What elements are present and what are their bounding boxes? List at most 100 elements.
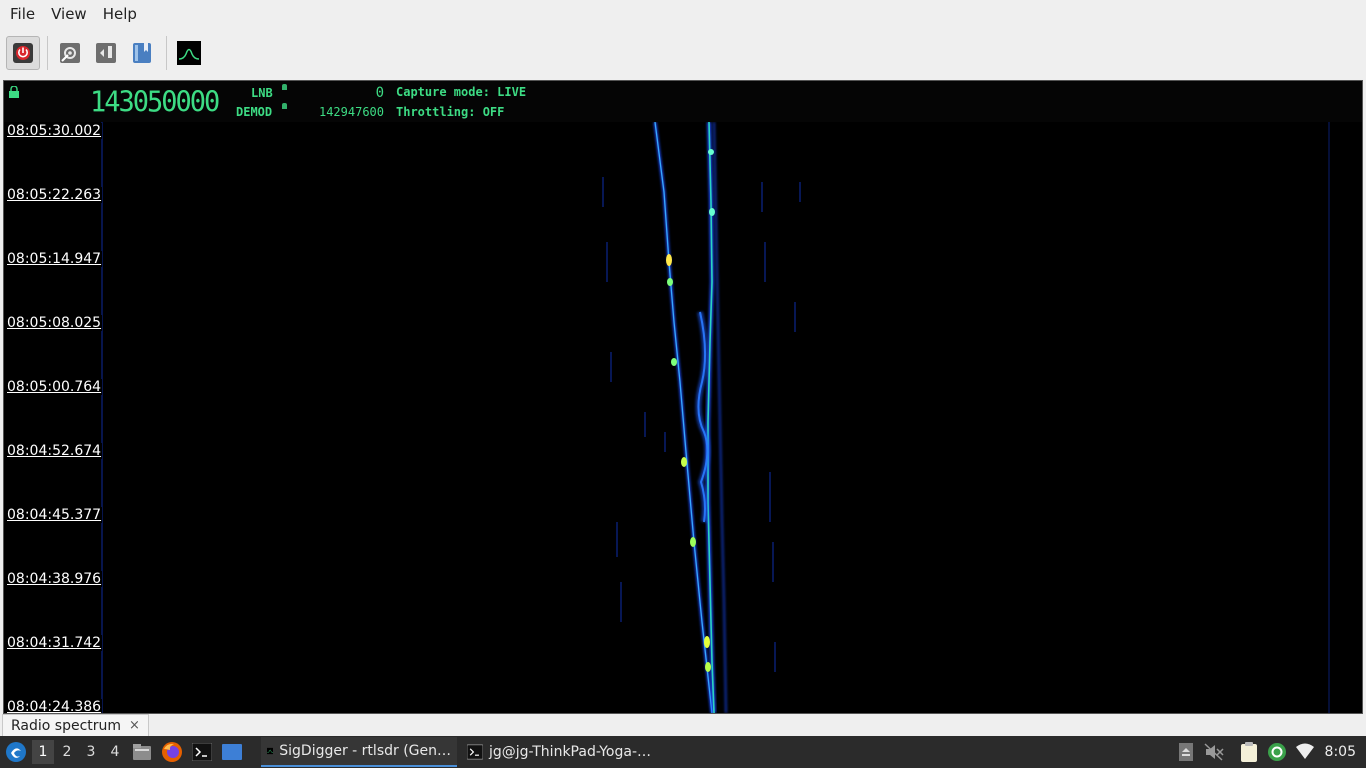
noise-streak	[602, 177, 604, 207]
signal-peak	[709, 208, 715, 216]
noise-streak	[769, 472, 771, 522]
clock[interactable]: 8:05	[1325, 744, 1356, 760]
lnb-frequency[interactable]: 0	[304, 85, 384, 101]
task-label: SigDigger - rtlsdr (Gen…	[279, 743, 451, 759]
spectrum-icon	[267, 747, 274, 755]
tab-close-icon[interactable]: ×	[129, 718, 140, 733]
sync-status-button[interactable]	[1266, 741, 1288, 763]
demod-lock-icon[interactable]	[282, 103, 287, 109]
toolbar	[0, 29, 1366, 77]
workspace-2[interactable]: 2	[56, 740, 78, 764]
edge-line	[1328, 122, 1330, 713]
noise-streak	[616, 522, 618, 557]
terminal-launcher[interactable]	[190, 740, 214, 764]
workspace-3[interactable]: 3	[80, 740, 102, 764]
noise-streak	[664, 432, 666, 452]
system-taskbar: 1 2 3 4 SigDigger - rtlsdr (Gen… jg@jg-T…	[0, 736, 1366, 768]
power-button[interactable]	[6, 36, 40, 70]
spectrum-panel: 143050000 LNB 0 DEMOD 142947600 Capture …	[3, 80, 1363, 714]
signal-peak	[681, 457, 687, 467]
signal-peak	[704, 636, 710, 648]
clipboard-button[interactable]	[1238, 741, 1260, 763]
lock-icon[interactable]	[9, 86, 19, 98]
removable-media-button[interactable]	[1175, 741, 1197, 763]
spectrum-button[interactable]	[172, 36, 206, 70]
terminal-icon	[192, 743, 212, 761]
export-button[interactable]	[89, 36, 123, 70]
menu-view[interactable]: View	[43, 0, 95, 29]
workspace-1[interactable]: 1	[32, 740, 54, 764]
timestamp-label: 08:05:30.002	[6, 123, 103, 139]
timestamp-label: 08:05:00.764	[6, 379, 103, 395]
task-sigdigger[interactable]: SigDigger - rtlsdr (Gen…	[261, 737, 457, 767]
bookmark-button[interactable]	[125, 36, 159, 70]
demod-frequency[interactable]: 142947600	[304, 105, 384, 119]
toolbar-separator	[47, 36, 48, 70]
eject-icon	[1178, 743, 1193, 761]
noise-streak	[764, 242, 766, 282]
sigdigger-window: File View Help 143050000 LNB 0 DEMOD 142…	[0, 0, 1366, 768]
menu-file[interactable]: File	[2, 0, 43, 29]
workspace-4[interactable]: 4	[104, 740, 126, 764]
start-menu-button[interactable]	[4, 740, 28, 764]
main-frequency[interactable]: 143050000	[90, 86, 220, 119]
noise-streak	[606, 242, 608, 282]
bottom-tab-bar: Radio spectrum ×	[0, 714, 1366, 736]
folder-icon	[133, 744, 151, 760]
timestamp-label: 08:04:52.674	[6, 443, 103, 459]
capture-mode-status: Capture mode: LIVE	[396, 85, 527, 99]
wifi-icon	[1295, 743, 1314, 759]
timestamp-label: 08:04:38.976	[6, 571, 103, 587]
timestamp-label: 08:05:08.025	[6, 315, 103, 331]
system-tray: 8:05	[1172, 736, 1366, 768]
sync-icon	[1267, 743, 1286, 761]
export-icon	[96, 43, 116, 63]
terminal-icon	[467, 744, 483, 760]
bookmark-icon	[133, 43, 151, 63]
noise-streak	[610, 352, 612, 382]
signal-peak	[690, 537, 696, 547]
lnb-label: LNB	[251, 86, 273, 100]
signal-peak	[671, 358, 677, 366]
signal-peak	[666, 254, 672, 266]
settings-button[interactable]	[53, 36, 87, 70]
tab-radio-spectrum[interactable]: Radio spectrum ×	[2, 714, 149, 736]
menu-bar: File View Help	[0, 0, 1366, 29]
volume-muted-icon	[1204, 743, 1224, 761]
distro-logo-icon	[6, 742, 26, 762]
signal-peak	[708, 149, 714, 155]
demod-label: DEMOD	[236, 105, 273, 119]
waterfall-signals	[4, 122, 1362, 713]
lnb-lock-icon[interactable]	[282, 84, 287, 90]
noise-streak	[772, 542, 774, 582]
firefox-launcher[interactable]	[160, 740, 184, 764]
edge-line	[101, 122, 103, 713]
noise-streak	[799, 182, 801, 202]
settings-icon	[60, 43, 80, 63]
noise-streak	[761, 182, 763, 212]
noise-streak	[774, 642, 776, 672]
waterfall-display[interactable]: 08:05:30.002 08:05:22.263 08:05:14.947 08:0…	[4, 122, 1362, 713]
network-button[interactable]	[1294, 741, 1316, 763]
volume-button[interactable]	[1203, 741, 1225, 763]
show-desktop-button[interactable]	[220, 740, 244, 764]
timestamp-label: 08:05:22.263	[6, 187, 103, 203]
noise-streak	[794, 302, 796, 332]
timestamp-label: 08:04:45.377	[6, 507, 103, 523]
timestamp-label: 08:04:24.386	[6, 699, 103, 713]
desktop-icon	[222, 744, 242, 760]
spectrum-icon	[177, 41, 201, 65]
timestamp-label: 08:05:14.947	[6, 251, 103, 267]
tab-label: Radio spectrum	[11, 717, 122, 734]
toolbar-separator	[166, 36, 167, 70]
task-terminal[interactable]: jg@jg-ThinkPad-Yoga-…	[461, 737, 657, 767]
timestamp-label: 08:04:31.742	[6, 635, 103, 651]
firefox-icon	[162, 742, 182, 762]
clipboard-icon	[1240, 742, 1257, 762]
noise-streak	[620, 582, 622, 622]
file-manager-launcher[interactable]	[130, 740, 154, 764]
frequency-display: 143050000 LNB 0 DEMOD 142947600 Capture …	[4, 81, 1362, 122]
throttling-status: Throttling: OFF	[396, 105, 505, 119]
noise-streak	[644, 412, 646, 437]
menu-help[interactable]: Help	[95, 0, 145, 29]
